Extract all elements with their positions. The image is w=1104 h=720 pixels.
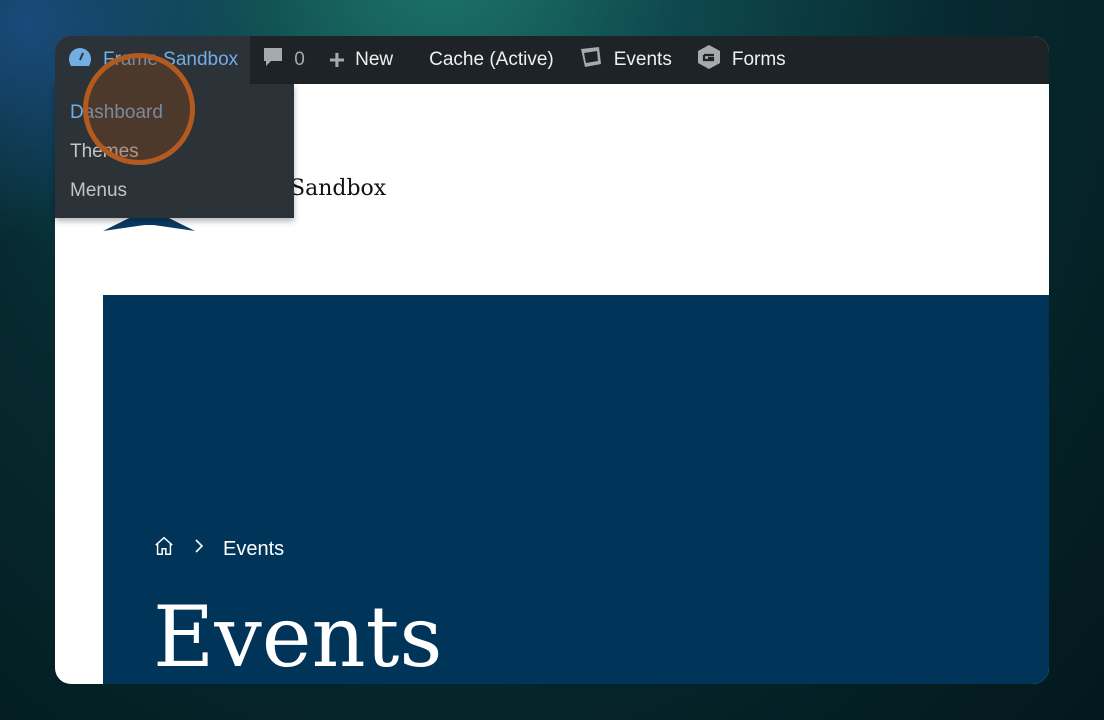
breadcrumb: Events [153,535,284,563]
plus-icon: + [328,44,346,75]
forms-button[interactable]: Forms [684,36,798,84]
new-button[interactable]: + New [317,36,405,84]
comment-icon [262,46,284,74]
admin-bar: Frame Sandbox 0 + New Cache (Active) Eve… [55,36,1049,84]
menu-item-menus[interactable]: Menus [70,180,127,202]
dashboard-icon [67,46,93,74]
forms-label: Forms [731,49,786,70]
cache-label: Cache (Active) [429,49,554,70]
events-label: Events [613,49,672,70]
cache-button[interactable]: Cache (Active) [405,36,566,84]
comment-count: 0 [294,49,305,70]
comments-button[interactable]: 0 [250,36,317,84]
site-name: Sandbox [290,176,387,201]
gravity-forms-icon [696,44,722,76]
chevron-right-icon [193,537,205,561]
new-label: New [355,49,394,70]
browser-window: Sandbox Events Events Frame Sandbox 0 + … [55,36,1049,684]
events-button[interactable]: Events [566,36,684,84]
page-title: Events [153,588,443,686]
calendar-icon [578,44,604,76]
breadcrumb-current: Events [223,537,285,560]
home-icon[interactable] [153,535,175,563]
click-indicator [83,53,195,165]
hero-banner: Events Events [103,295,1049,684]
